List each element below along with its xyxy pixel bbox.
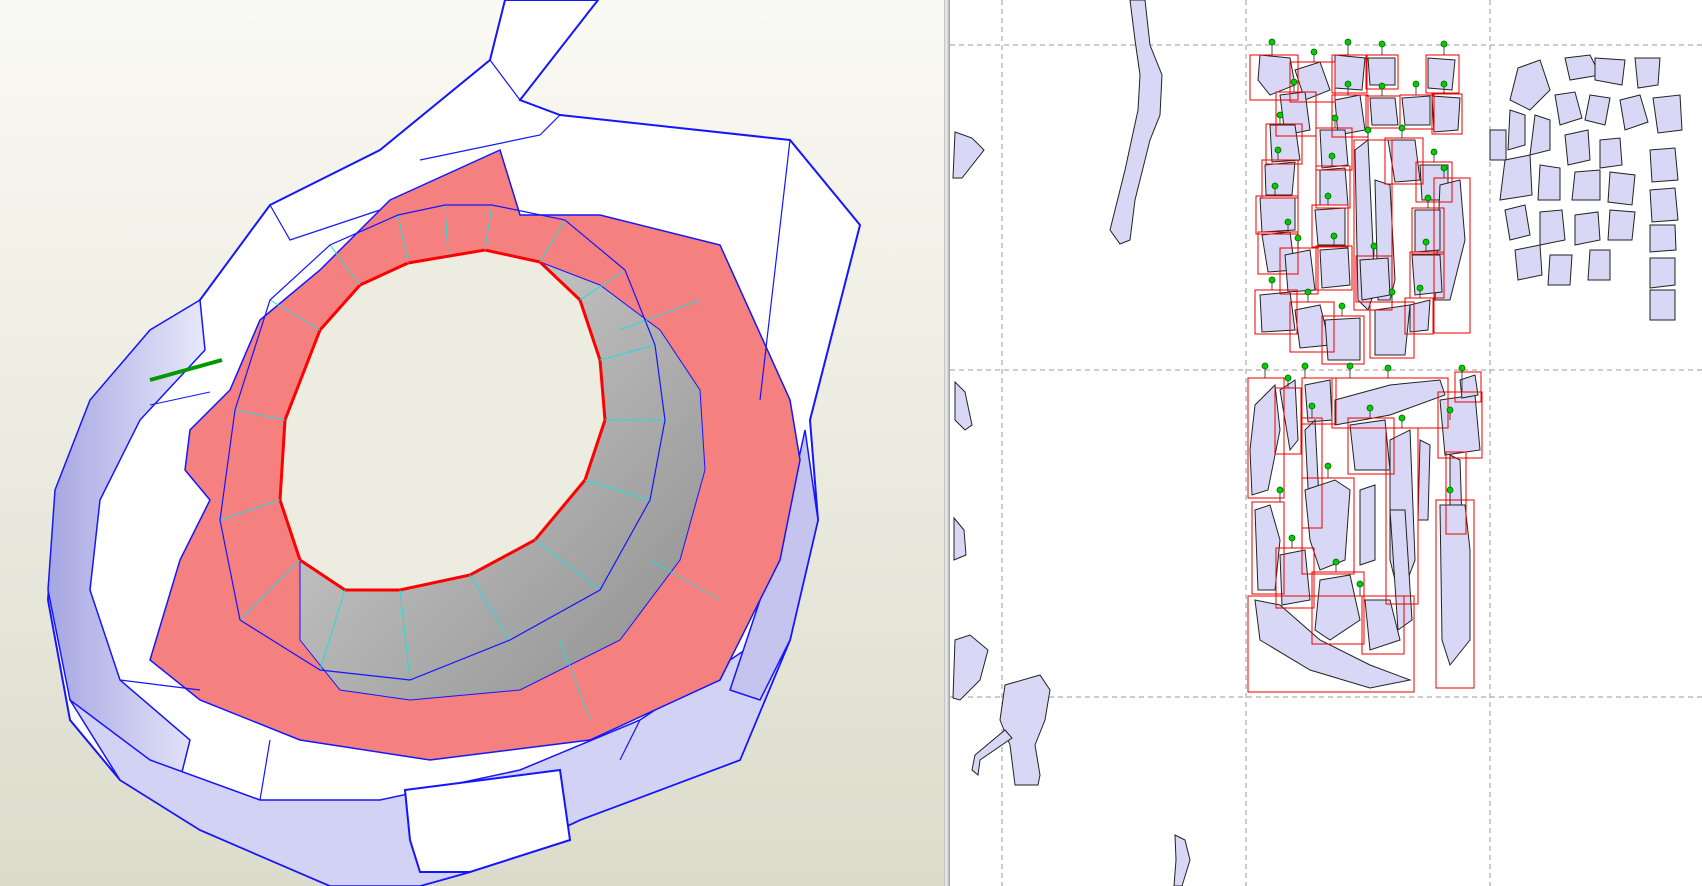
3d-model-canvas[interactable] [0,0,944,886]
2d-layout-canvas[interactable] [950,0,1702,886]
3d-viewport[interactable] [0,0,944,886]
2d-layout-view[interactable] [950,0,1702,886]
papercraft-editor [0,0,1702,886]
